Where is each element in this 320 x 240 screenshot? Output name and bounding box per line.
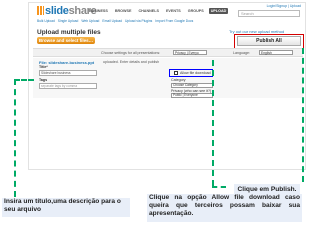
site-header: slideshare Login/Signup | Upload BUSINES… bbox=[29, 3, 305, 25]
category-select[interactable]: Choose Category bbox=[171, 83, 213, 88]
upload-subnav: Bulk Upload Single Upload Web Upload Ema… bbox=[37, 19, 193, 23]
download-annotation: Clique na opção Allow file download caso… bbox=[147, 194, 302, 222]
publish-connector-v bbox=[302, 48, 304, 182]
page-title: Upload multiple files bbox=[37, 29, 101, 36]
language-label: Language: bbox=[233, 50, 250, 55]
logo-mark-icon bbox=[37, 6, 44, 15]
allow-download-highlight bbox=[169, 69, 213, 77]
subnav-single-upload[interactable]: Single Upload bbox=[58, 19, 79, 23]
file-status: uploaded. Enter details and publish bbox=[103, 60, 160, 64]
browse-files-button[interactable]: Browse and select files… bbox=[37, 37, 95, 44]
slideshare-screenshot: slideshare Login/Signup | Upload BUSINES… bbox=[28, 2, 306, 170]
publish-highlight bbox=[234, 34, 304, 49]
download-connector-v bbox=[212, 60, 214, 186]
category-label: Category bbox=[171, 78, 186, 82]
nav-events[interactable]: EVENTS bbox=[164, 8, 183, 14]
tags-input[interactable]: separate tags by comma bbox=[39, 83, 97, 89]
download-connector-h bbox=[212, 186, 226, 188]
title-annotation: Insira um título,uma descrição para o se… bbox=[2, 198, 130, 217]
logo-text: slide bbox=[45, 5, 69, 17]
privacy-all-select[interactable]: Privacy | Everyo bbox=[173, 50, 207, 55]
language-select[interactable]: English bbox=[259, 50, 293, 55]
top-links[interactable]: Login/Signup | Upload bbox=[267, 4, 301, 8]
title-connector-v bbox=[14, 79, 16, 197]
file-details-panel: File: slideshare-business.ppt uploaded. … bbox=[33, 58, 303, 98]
settings-label: Choose settings for all presentations: bbox=[101, 50, 161, 55]
subnav-plugins[interactable]: Upload via Plugins bbox=[125, 19, 152, 23]
nav-business[interactable]: BUSINESS bbox=[87, 8, 110, 14]
subnav-google-docs[interactable]: Import From Google Docs bbox=[155, 19, 193, 23]
tags-label: Tags bbox=[39, 78, 48, 82]
nav-upload[interactable]: UPLOAD bbox=[208, 8, 229, 14]
subnav-bulk-upload[interactable]: Bulk Upload bbox=[37, 19, 55, 23]
title-label: Title* bbox=[39, 65, 48, 69]
nav-channels[interactable]: CHANNELS bbox=[136, 8, 161, 14]
subnav-web-upload[interactable]: Web Upload bbox=[81, 19, 99, 23]
title-input[interactable]: Slideshare business bbox=[39, 70, 97, 76]
title-connector-h bbox=[14, 79, 34, 81]
settings-bar: Choose settings for all presentations: P… bbox=[33, 48, 303, 57]
search-input[interactable]: Search bbox=[238, 10, 300, 17]
nav-browse[interactable]: BROWSE bbox=[113, 8, 134, 14]
subnav-email-upload[interactable]: Email Upload bbox=[102, 19, 122, 23]
privacy-select[interactable]: Public | Everyone bbox=[171, 93, 213, 98]
main-nav: BUSINESS BROWSE CHANNELS EVENTS GROUPS U… bbox=[87, 8, 229, 14]
nav-groups[interactable]: GROUPS bbox=[186, 8, 206, 14]
